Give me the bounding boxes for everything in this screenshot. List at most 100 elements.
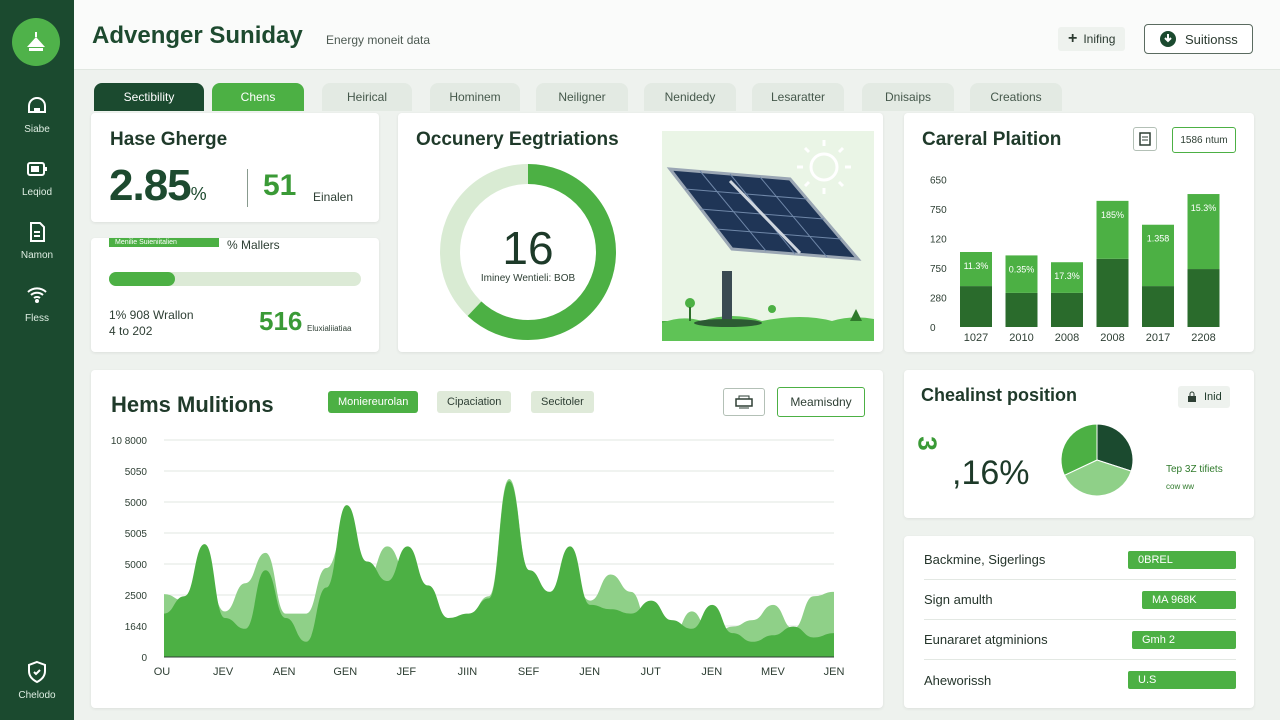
info-line-2: 4 to 202: [109, 324, 153, 338]
x-tick-label: 2008: [1100, 332, 1124, 344]
sub-label: cow ww: [1166, 482, 1195, 491]
bar-data-label: 17.3%: [1054, 271, 1080, 281]
add-button[interactable]: + Inifing: [1058, 27, 1126, 51]
position-badge-label: Inid: [1204, 391, 1222, 403]
tab-dnisaips[interactable]: Dnisaips: [862, 83, 954, 111]
leaf-icon: [27, 32, 45, 51]
tab-nenidedy[interactable]: Nenidedy: [644, 83, 736, 111]
bar-data-label: 0.35%: [1009, 264, 1035, 274]
list-item-label: Aheworissh: [924, 672, 992, 688]
tab-neiligner[interactable]: Neiligner: [536, 83, 628, 111]
occupancy-card: Occunery Eegtriations 16 Iminey Wentieli…: [398, 113, 883, 352]
x-tick-label: 2017: [1146, 332, 1170, 344]
top-bar: Advenger Suniday Energy moneit data + In…: [74, 0, 1280, 70]
info-line-1: 1% 908 Wrallon: [109, 308, 194, 322]
value-suffix: %: [190, 184, 207, 204]
card-title: Hase Gherge: [110, 129, 228, 150]
app-subtitle: Energy moneit data: [326, 33, 431, 47]
bar-lower: [1187, 269, 1220, 327]
bar-lower: [1005, 292, 1038, 327]
donut-value: 16: [502, 222, 554, 274]
list-item[interactable]: Aheworissh U.S: [924, 660, 1236, 700]
sidebar-item-chelodo[interactable]: Chelodo: [0, 660, 74, 701]
x-tick-label: JIIN: [458, 666, 478, 678]
y-tick-label: 650: [930, 176, 947, 187]
app-logo[interactable]: [12, 18, 60, 66]
tab-chens[interactable]: Chens: [212, 83, 304, 111]
position-badge[interactable]: Inid: [1178, 386, 1230, 408]
bar-lower: [1096, 258, 1129, 327]
x-tick-label: OU: [154, 666, 171, 678]
y-tick-label: 2500: [125, 591, 148, 602]
list-item[interactable]: Eunararet atgminions Gmh 2: [924, 620, 1236, 660]
card-title: Occunery Eegtriations: [416, 129, 619, 150]
y-tick-label: 750: [930, 264, 947, 275]
lock-icon: [1188, 391, 1196, 402]
x-tick-label: JUT: [641, 666, 661, 678]
x-tick-label: 2208: [1191, 332, 1215, 344]
list-item[interactable]: Sign amulth MA 968K: [924, 580, 1236, 620]
battery-icon: [27, 162, 47, 176]
x-tick-label: GEN: [333, 666, 357, 678]
y-tick-label: 5000: [125, 498, 148, 509]
x-tick-label: 2010: [1009, 332, 1033, 344]
tab-heirical[interactable]: Heirical: [322, 83, 412, 111]
tab-hominem[interactable]: Hominem: [430, 83, 520, 111]
card2-value-label: Eluxialiiatiaa: [307, 324, 352, 333]
bar-data-label: 11.3%: [964, 261, 989, 271]
solutions-button[interactable]: Suitionss: [1144, 24, 1253, 54]
x-tick-label: 1027: [964, 332, 988, 344]
tab-lesaratter[interactable]: Lesaratter: [752, 83, 844, 111]
x-tick-label: JEV: [213, 666, 234, 678]
card-title: Chealinst position: [921, 385, 1078, 405]
document-icon: [30, 222, 45, 242]
wifi-icon: [27, 287, 47, 303]
divider: [247, 169, 248, 207]
solutions-button-label: Suitionss: [1185, 31, 1238, 47]
y-tick-label: 5050: [125, 467, 148, 478]
sidebar-item-label: Chelodo: [18, 690, 56, 701]
capital-card: Careral Plaition 1586 ntum 0 280 750 120 750…: [904, 113, 1254, 352]
tab-creations[interactable]: Creations: [970, 83, 1062, 111]
y-tick-label: 750: [930, 205, 947, 216]
download-icon: [1160, 31, 1176, 47]
bar-lower: [960, 286, 992, 327]
sidebar-item-fless[interactable]: Fless: [0, 283, 74, 324]
donut-label: Iminey Wentieli: BOB: [480, 273, 576, 284]
list-item-value: MA 968K: [1142, 590, 1236, 609]
hems-card: Hems Mulitions Moniereurolan Cipaciation…: [91, 370, 883, 708]
plus-icon: +: [1068, 30, 1078, 47]
bar-data-label: 15.3%: [1191, 203, 1217, 213]
position-value: ,16%: [952, 454, 1030, 492]
card2-value: 516: [259, 306, 303, 336]
x-tick-label: 2008: [1055, 332, 1079, 344]
x-tick-label: JEN: [579, 666, 600, 678]
sidebar-item-label: Fless: [25, 313, 49, 324]
bar-label: Menilie Suieniitalien: [109, 238, 219, 247]
capital-bar-chart: 0 280 750 120 750 650 11.3% 1027 0.35% 2010 17.3% 2…: [930, 176, 1220, 344]
list-item[interactable]: Backmine, Sigerlings 0BREL: [924, 540, 1236, 580]
add-button-label: Inifing: [1083, 32, 1116, 46]
list-item-label: Sign amulth: [924, 592, 993, 607]
progress-track: [109, 272, 361, 286]
bar-lower: [1051, 292, 1083, 327]
y-tick-label: 0: [930, 323, 936, 334]
progress-fill: [109, 272, 175, 286]
list-item-value: 0BREL: [1128, 550, 1236, 569]
hems-area-chart: 10 8000 5050 5000 5005 5000 2500 1640 0 OU JEV AEN…: [111, 436, 845, 678]
stat-label: % Mallers: [227, 238, 280, 252]
app-title: Advenger Suniday: [92, 22, 303, 49]
y-tick-label: 5005: [125, 529, 148, 540]
x-tick-label: JEN: [824, 666, 845, 678]
list-item-value: U.S: [1128, 671, 1236, 689]
tab-sectibility[interactable]: Sectibility: [94, 83, 204, 111]
sidebar-item-leqiod[interactable]: Leqiod: [0, 157, 74, 198]
home-icon: [28, 97, 46, 113]
y-tick-label: 120: [930, 235, 947, 246]
sidebar-item-siabe[interactable]: Siabe: [0, 94, 74, 135]
sidebar-item-namon[interactable]: Namon: [0, 220, 74, 261]
hase-gherge-card: Hase Gherge 2.85% 51 Einalen: [91, 113, 379, 222]
list-item-label: Backmine, Sigerlings: [924, 552, 1046, 567]
secondary-value: 51: [263, 169, 297, 202]
y-tick-label: 1640: [125, 622, 148, 633]
